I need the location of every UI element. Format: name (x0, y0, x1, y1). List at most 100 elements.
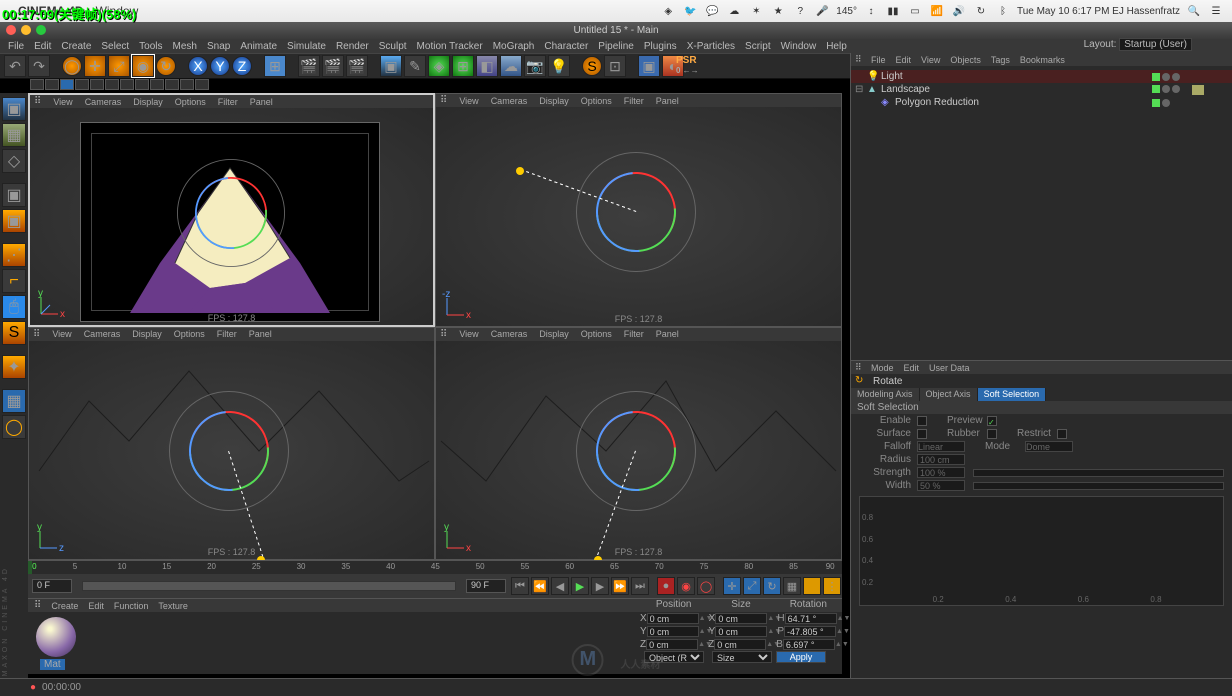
render-view-button[interactable]: 🎬 (298, 55, 320, 77)
rotation-gizmo[interactable] (177, 159, 285, 267)
play-button[interactable]: ▶ (571, 577, 589, 595)
ribbon-btn[interactable] (120, 79, 134, 90)
mode-select[interactable]: Dome (1025, 441, 1073, 452)
minimize-window-button[interactable] (21, 25, 31, 35)
render-region-button[interactable]: 🎬 (322, 55, 344, 77)
pen-tool-button[interactable]: ✎ (404, 55, 426, 77)
restrict-checkbox[interactable] (1057, 429, 1067, 439)
menu-render[interactable]: Render (336, 41, 369, 52)
menu-help[interactable]: Help (826, 41, 847, 52)
clock-user[interactable]: Tue May 10 6:17 PM EJ Hassenfratz (1017, 6, 1180, 17)
falloff-select[interactable]: Linear (917, 441, 965, 452)
width-slider[interactable] (973, 482, 1224, 490)
width-input[interactable]: 50 % (917, 480, 965, 491)
camera-button[interactable]: 📷 (524, 55, 546, 77)
menu-script[interactable]: Script (745, 41, 771, 52)
surface-checkbox[interactable] (917, 429, 927, 439)
menu-tools[interactable]: Tools (139, 41, 162, 52)
apply-button[interactable]: Apply (776, 651, 826, 663)
ribbon-btn[interactable] (75, 79, 89, 90)
viewport-solo-button[interactable]: ▦ (2, 389, 26, 413)
tool-button-2[interactable]: ▣ (638, 55, 660, 77)
make-editable-button[interactable]: ▣ (2, 97, 26, 121)
prev-frame-button[interactable]: ◀ (551, 577, 569, 595)
volume-icon[interactable]: 🔊 (951, 3, 967, 19)
menu-create[interactable]: Create (61, 41, 91, 52)
tab-modeling-axis[interactable]: Modeling Axis (851, 388, 920, 401)
menu-mesh[interactable]: Mesh (173, 41, 197, 52)
size-y-input[interactable] (715, 626, 767, 637)
display-icon[interactable]: ▭ (907, 3, 923, 19)
menu-character[interactable]: Character (544, 41, 588, 52)
menu-sculpt[interactable]: Sculpt (379, 41, 407, 52)
material-name[interactable]: Mat (40, 659, 65, 670)
object-row-landscape[interactable]: ⊟▲ Landscape (851, 83, 1232, 96)
tool-button-1[interactable]: ⊡ (604, 55, 626, 77)
maximize-window-button[interactable] (36, 25, 46, 35)
render-settings-button[interactable]: 🎬 (346, 55, 368, 77)
ribbon-btn[interactable] (105, 79, 119, 90)
menu-mograph[interactable]: MoGraph (493, 41, 535, 52)
sync-icon[interactable]: ↻ (973, 3, 989, 19)
ribbon-btn[interactable] (60, 79, 74, 90)
menu-edit[interactable]: Edit (34, 41, 51, 52)
viewport-canvas[interactable]: yx (30, 108, 433, 325)
key-param-button[interactable]: ▦ (783, 577, 801, 595)
polygon-mode-button[interactable]: 🖱 (2, 295, 26, 319)
autokey-button[interactable]: ◉ (677, 577, 695, 595)
pos-y-input[interactable] (647, 626, 699, 637)
rot-p-input[interactable] (784, 626, 836, 637)
end-frame-input[interactable]: 90 F (466, 579, 506, 593)
material-preview[interactable] (36, 617, 76, 657)
mic-icon[interactable]: 🎤 (814, 3, 830, 19)
expand-icon[interactable]: ⊟ (855, 84, 867, 95)
close-window-button[interactable] (6, 25, 16, 35)
ribbon-btn[interactable] (45, 79, 59, 90)
menu-pipeline[interactable]: Pipeline (598, 41, 634, 52)
move-tool[interactable]: ✛ (84, 55, 106, 77)
texture-mode-button[interactable]: ◇ (2, 149, 26, 173)
bars-icon[interactable]: ▮▮ (885, 3, 901, 19)
rotation-gizmo[interactable] (169, 391, 289, 511)
timeline-scrollbar[interactable] (82, 581, 456, 591)
object-row-polyreduction[interactable]: ◈ Polygon Reduction (851, 96, 1232, 109)
key-rot-button[interactable]: ↻ (763, 577, 781, 595)
goto-end-button[interactable]: ⏭ (631, 577, 649, 595)
ribbon-btn[interactable] (165, 79, 179, 90)
ribbon-btn[interactable] (180, 79, 194, 90)
next-frame-button[interactable]: ▶ (591, 577, 609, 595)
visible-flag[interactable] (1152, 73, 1160, 81)
workplane-button[interactable]: ▣ (2, 183, 26, 207)
menu-motion-tracker[interactable]: Motion Tracker (417, 41, 483, 52)
undo-button[interactable]: ↶ (4, 55, 26, 77)
help-icon[interactable]: ? (792, 3, 808, 19)
star-icon[interactable]: ★ (770, 3, 786, 19)
rot-h-input[interactable] (785, 613, 837, 624)
light-button[interactable]: 💡 (548, 55, 570, 77)
pos-x-input[interactable] (647, 613, 699, 624)
coord-system-button[interactable]: ⊞ (264, 55, 286, 77)
menu-select[interactable]: Select (101, 41, 129, 52)
viewport-canvas[interactable]: yx (436, 341, 841, 560)
menu-plugins[interactable]: Plugins (644, 41, 677, 52)
y-axis-lock[interactable]: Y (210, 56, 230, 76)
preview-checkbox[interactable] (987, 416, 997, 426)
xparticles-button[interactable]: S (582, 56, 602, 76)
layout-selector[interactable]: Layout: Startup (User) (1084, 39, 1192, 50)
menu-snap[interactable]: Snap (207, 41, 230, 52)
keyframe-sel-button[interactable]: ◯ (697, 577, 715, 595)
rotate-tool[interactable]: ◉ (132, 55, 154, 77)
current-frame-input[interactable]: 0 F (32, 579, 72, 593)
menu-window[interactable]: Window (781, 41, 817, 52)
ribbon-btn[interactable] (195, 79, 209, 90)
timeline-ruler[interactable]: 0 5 10 15 20 25 30 35 40 45 50 55 60 65 … (28, 560, 842, 574)
falloff-graph[interactable]: 0.8 0.6 0.4 0.2 0.2 0.4 0.6 0.8 (859, 496, 1224, 606)
cloud-icon[interactable]: ☁ (726, 3, 742, 19)
key-pos-button[interactable]: ✛ (723, 577, 741, 595)
x-axis-lock[interactable]: X (188, 56, 208, 76)
coord-size-select[interactable]: Size (712, 651, 772, 663)
redo-button[interactable]: ↷ (28, 55, 50, 77)
last-tool[interactable]: ↻ (156, 56, 176, 76)
strength-input[interactable]: 100 % (917, 467, 965, 478)
point-mode-button[interactable]: ⋰ (2, 243, 26, 267)
